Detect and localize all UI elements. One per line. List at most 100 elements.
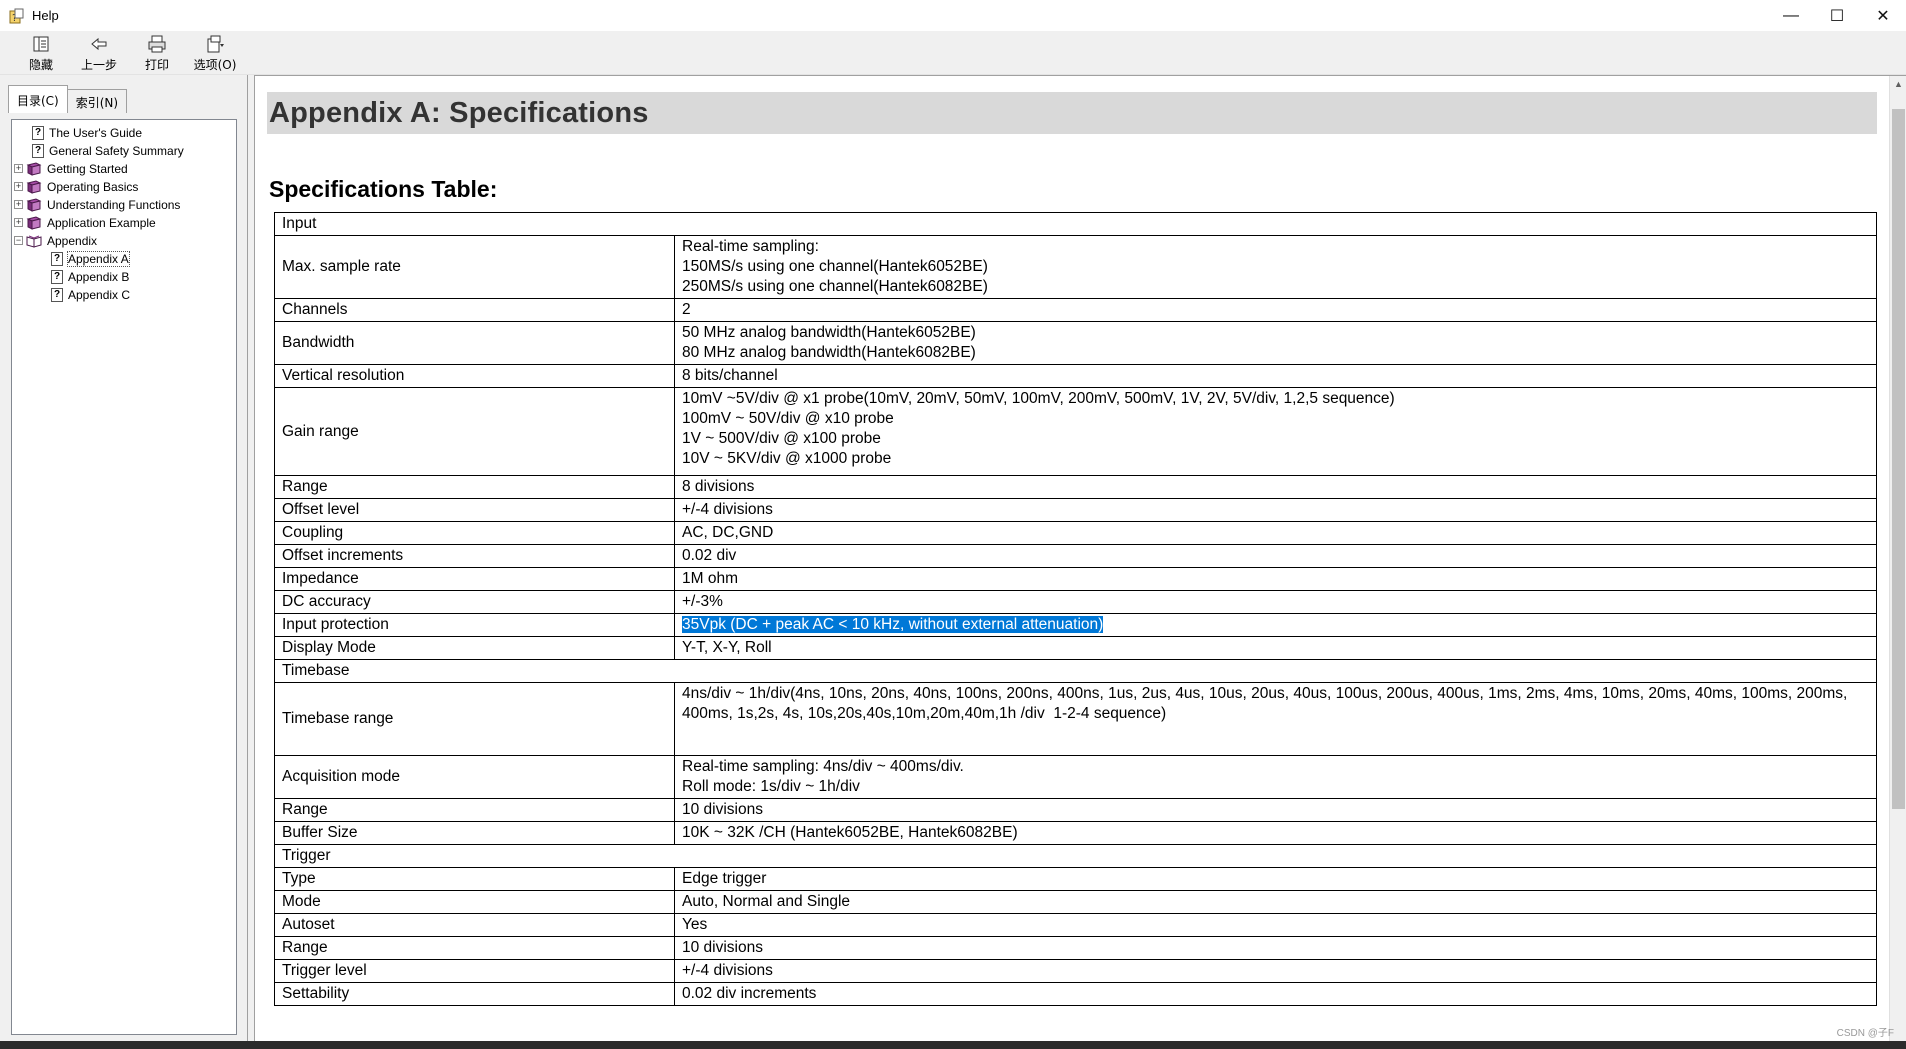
spec-value-line: +/-4 divisions xyxy=(682,500,1869,520)
spec-name-cell: Coupling xyxy=(274,521,675,545)
spec-name-cell: Settability xyxy=(274,982,675,1006)
hide-pane-icon xyxy=(33,36,49,52)
tab-index[interactable]: 索引(N) xyxy=(66,89,128,113)
spec-name-cell: Gain range xyxy=(274,387,675,476)
tree-item-appendix[interactable]: − Appendix xyxy=(14,232,97,249)
table-row: Display Mode Y-T, X-Y, Roll xyxy=(274,636,1877,660)
scroll-up-icon[interactable]: ▲ xyxy=(1890,76,1906,93)
print-button[interactable]: 打印 xyxy=(128,31,186,73)
options-button[interactable]: 选项(O) xyxy=(186,31,244,73)
table-row: Offset increments 0.02 div xyxy=(274,544,1877,568)
book-icon xyxy=(26,215,42,230)
spec-value-text: Edge trigger xyxy=(682,870,767,887)
vertical-scrollbar[interactable]: ▲ xyxy=(1889,76,1906,1041)
section-header-cell: Input xyxy=(274,212,1877,236)
page-title: Appendix A: Specifications xyxy=(269,96,649,129)
spec-value-line: Auto, Normal and Single xyxy=(682,892,1869,912)
tree-item-label: Understanding Functions xyxy=(47,197,181,212)
minimize-button[interactable]: — xyxy=(1768,0,1814,31)
spec-value-text: 1M ohm xyxy=(682,570,738,587)
expand-icon[interactable]: + xyxy=(14,200,23,209)
expand-icon[interactable]: + xyxy=(14,218,23,227)
printer-icon xyxy=(148,35,166,53)
spec-value-cell: +/-4 divisions xyxy=(674,498,1877,522)
spec-value-text: 150MS/s using one channel(Hantek6052BE) xyxy=(682,258,988,275)
back-button[interactable]: 上一步 xyxy=(70,31,128,73)
spec-value-text: 400ms, 1s,2s, 4s, 10s,20s,40s,10m,20m,40… xyxy=(682,705,1167,722)
spec-value-cell: 4ns/div ~ 1h/div(4ns, 10ns, 20ns, 40ns, … xyxy=(674,682,1877,756)
spec-value-line: AC, DC,GND xyxy=(682,523,1869,543)
spec-value-cell: 8 bits/channel xyxy=(674,364,1877,388)
tree-item-label: Appendix C xyxy=(68,287,131,302)
spec-value-cell: Edge trigger xyxy=(674,867,1877,891)
tree-item-safety-summary[interactable]: ? General Safety Summary xyxy=(32,142,184,159)
expand-icon[interactable]: + xyxy=(14,182,23,191)
spec-value-cell: Y-T, X-Y, Roll xyxy=(674,636,1877,660)
spec-name-cell: Offset level xyxy=(274,498,675,522)
maximize-button[interactable]: ☐ xyxy=(1814,0,1860,31)
spec-name-cell: Vertical resolution xyxy=(274,364,675,388)
tab-contents[interactable]: 目录(C) xyxy=(8,85,68,113)
spec-value-cell: Yes xyxy=(674,913,1877,937)
spec-value-text: AC, DC,GND xyxy=(682,524,774,541)
tree-item-label: General Safety Summary xyxy=(49,143,184,158)
spec-value-cell: 2 xyxy=(674,298,1877,322)
spec-value-text: 10 divisions xyxy=(682,801,763,818)
tree-item-application-example[interactable]: + Application Example xyxy=(14,214,156,231)
table-row: Autoset Yes xyxy=(274,913,1877,937)
table-row: Timebase range 4ns/div ~ 1h/div(4ns, 10ns… xyxy=(274,682,1877,756)
collapse-icon[interactable]: − xyxy=(14,236,23,245)
spec-name-cell: Acquisition mode xyxy=(274,755,675,799)
expand-icon[interactable]: + xyxy=(14,164,23,173)
tree-item-operating-basics[interactable]: + Operating Basics xyxy=(14,178,138,195)
spec-value-cell: Auto, Normal and Single xyxy=(674,890,1877,914)
spec-name-cell: Buffer Size xyxy=(274,821,675,845)
tree-item-getting-started[interactable]: + Getting Started xyxy=(14,160,128,177)
help-page-icon: ? xyxy=(51,287,63,302)
table-row: Max. sample rate Real-time sampling: 150MS… xyxy=(274,235,1877,299)
tree-item-appendix-b[interactable]: ? Appendix B xyxy=(51,268,129,285)
tree-item-users-guide[interactable]: ? The User's Guide xyxy=(32,124,142,141)
spec-value-text: 10 divisions xyxy=(682,939,763,956)
tree-item-label: Appendix xyxy=(47,233,98,248)
table-row: Impedance 1M ohm xyxy=(274,567,1877,591)
spec-value-text: Auto, Normal and Single xyxy=(682,893,851,910)
spec-value-line: Edge trigger xyxy=(682,869,1869,889)
spec-value-line: 10 divisions xyxy=(682,800,1869,820)
spec-value-cell: 8 divisions xyxy=(674,475,1877,499)
contents-tree: ? The User's Guide ? General Safety Summ… xyxy=(11,119,237,1035)
spec-name-cell: DC accuracy xyxy=(274,590,675,614)
tree-item-understanding-functions[interactable]: + Understanding Functions xyxy=(14,196,180,213)
tree-item-label: Operating Basics xyxy=(47,179,139,194)
navigation-pane: 目录(C) 索引(N) ? The User's Guide ? General… xyxy=(0,75,248,1041)
table-row: Bandwidth 50 MHz analog bandwidth(Hantek6… xyxy=(274,321,1877,365)
spec-value-cell: 0.02 div xyxy=(674,544,1877,568)
table-row: Range 10 divisions xyxy=(274,936,1877,960)
help-page-icon: ? xyxy=(51,251,63,266)
spec-value-line: Y-T, X-Y, Roll xyxy=(682,638,1869,658)
tree-item-appendix-a[interactable]: ? Appendix A xyxy=(51,250,130,267)
hide-button[interactable]: 隐藏 xyxy=(12,31,70,73)
table-row: Gain range 10mV ~5V/div @ x1 probe(10mV, … xyxy=(274,387,1877,476)
content-pane: Appendix A: Specifications Specification… xyxy=(254,75,1906,1041)
tree-item-appendix-c[interactable]: ? Appendix C xyxy=(51,286,130,303)
spec-value-line: Roll mode: 1s/div ~ 1h/div xyxy=(682,777,1869,797)
spec-value-cell: 10mV ~5V/div @ x1 probe(10mV, 20mV, 50mV… xyxy=(674,387,1877,476)
table-row: Coupling AC, DC,GND xyxy=(274,521,1877,545)
spec-value-text: 80 MHz analog bandwidth(Hantek6082BE) xyxy=(682,344,976,361)
close-button[interactable]: ✕ xyxy=(1860,0,1906,31)
options-icon xyxy=(207,35,224,53)
table-row: Acquisition mode Real-time sampling: 4ns/… xyxy=(274,755,1877,799)
print-button-label: 打印 xyxy=(144,58,169,72)
table-section-header: Input xyxy=(274,212,1877,236)
book-icon xyxy=(26,197,42,212)
spec-value-line: 50 MHz analog bandwidth(Hantek6052BE) xyxy=(682,323,1869,343)
spec-value-text: 100mV ~ 50V/div @ x10 probe xyxy=(682,410,894,427)
spec-value-line: +/-3% xyxy=(682,592,1869,612)
table-row: Vertical resolution 8 bits/channel xyxy=(274,364,1877,388)
spec-value-cell: 50 MHz analog bandwidth(Hantek6052BE) 80 … xyxy=(674,321,1877,365)
scrollbar-thumb[interactable] xyxy=(1892,109,1905,809)
spec-value-line: 2 xyxy=(682,300,1869,320)
spec-value-text: 4ns/div ~ 1h/div(4ns, 10ns, 20ns, 40ns, … xyxy=(682,685,1848,702)
spec-value-text: 0.02 div increments xyxy=(682,985,817,1002)
